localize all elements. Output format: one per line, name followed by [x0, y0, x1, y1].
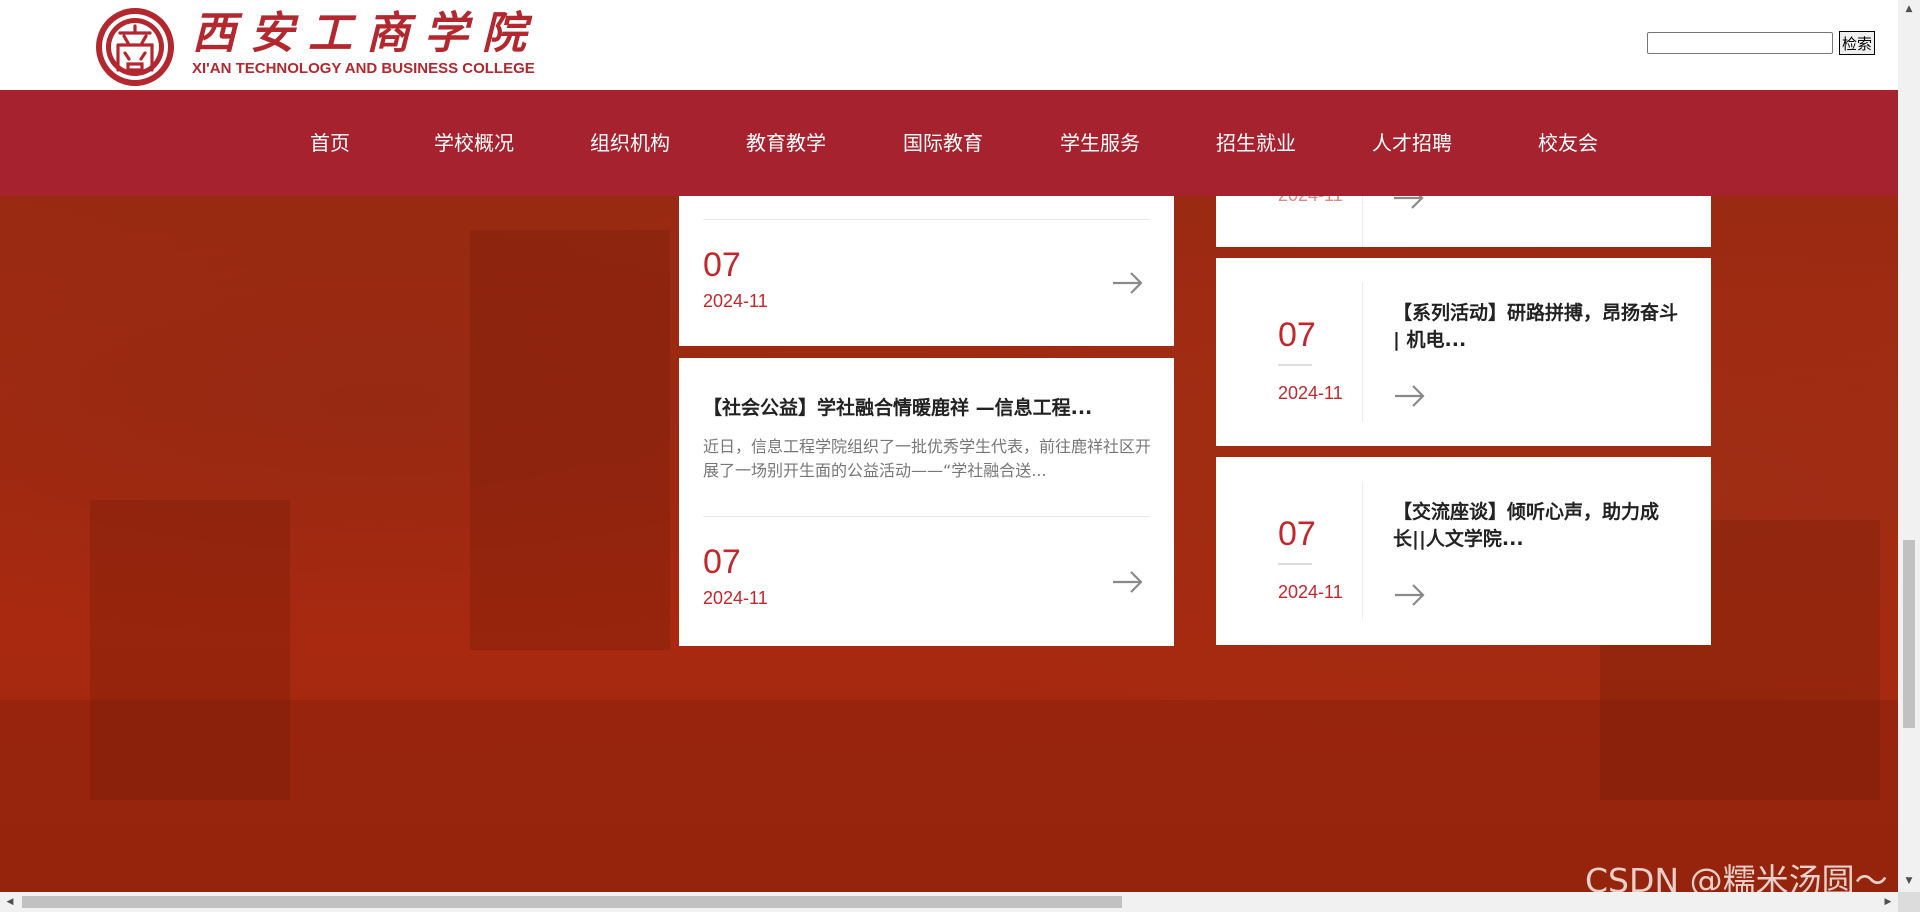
news-card[interactable]: 07 2024-11 【交流座谈】倾听心声，助力成长||人文学院... — [1216, 457, 1711, 645]
college-name-en[interactable]: XI'AN TECHNOLOGY AND BUSINESS COLLEGE — [192, 60, 535, 77]
college-name-cn[interactable]: 西安工商学院 — [192, 10, 540, 58]
horizontal-scrollbar[interactable]: ◀ ▶ — [0, 892, 1898, 912]
site-header: 西安工商学院 XI'AN TECHNOLOGY AND BUSINESS COL… — [0, 0, 1898, 90]
horizontal-scrollbar-thumb[interactable] — [22, 896, 1122, 908]
card-divider — [703, 219, 1150, 220]
news-card[interactable]: 2024-11 — [1216, 185, 1711, 247]
card-divider — [703, 516, 1150, 517]
card-date-underline — [1278, 364, 1312, 366]
card-date-day: 07 — [703, 543, 741, 581]
nav-item-admissions[interactable]: 招生就业 — [1216, 90, 1296, 196]
vertical-scrollbar[interactable]: ▲ ▼ — [1898, 0, 1920, 892]
card-date-separator — [1362, 481, 1363, 621]
card-date-month: 2024-11 — [1278, 383, 1343, 403]
arrow-right-icon[interactable] — [1111, 570, 1145, 594]
card-date-day: 07 — [1278, 515, 1316, 553]
scroll-down-arrow-icon[interactable]: ▼ — [1904, 876, 1914, 886]
card-date-separator — [1362, 196, 1363, 247]
card-date-day: 07 — [703, 246, 741, 284]
nav-item-organization[interactable]: 组织机构 — [590, 90, 670, 196]
card-date-day: 07 — [1278, 316, 1316, 354]
card-date-separator — [1362, 282, 1363, 422]
search-button[interactable]: 检索 — [1839, 31, 1875, 55]
nav-item-recruitment[interactable]: 人才招聘 — [1372, 90, 1452, 196]
card-date-underline — [1278, 563, 1312, 565]
nav-item-about[interactable]: 学校概况 — [434, 90, 514, 196]
scroll-right-arrow-icon[interactable]: ▶ — [1882, 896, 1894, 908]
nav-item-alumni[interactable]: 校友会 — [1538, 90, 1598, 196]
news-card[interactable]: 07 2024-11 — [679, 196, 1174, 346]
card-date-month: 2024-11 — [1278, 582, 1343, 602]
nav-item-international[interactable]: 国际教育 — [903, 90, 983, 196]
news-card[interactable]: 07 2024-11 【系列活动】研路拼搏，昂扬奋斗 | 机电... — [1216, 258, 1711, 446]
news-card[interactable]: 【社会公益】学社融合情暖鹿祥 —信息工程... 近日，信息工程学院组织了一批优秀… — [679, 358, 1174, 646]
nav-item-education[interactable]: 教育教学 — [746, 90, 826, 196]
main-nav: 首页 学校概况 组织机构 教育教学 国际教育 学生服务 招生就业 人才招聘 校友… — [0, 90, 1898, 196]
college-seal-logo[interactable] — [88, 6, 182, 88]
card-summary: 近日，信息工程学院组织了一批优秀学生代表，前往鹿祥社区开展了一场别开生面的公益活… — [703, 437, 1152, 480]
nav-item-student-services[interactable]: 学生服务 — [1060, 90, 1140, 196]
card-title[interactable]: 【交流座谈】倾听心声，助力成长||人文学院... — [1393, 499, 1683, 553]
scroll-up-arrow-icon[interactable]: ▲ — [1904, 4, 1914, 14]
scroll-left-arrow-icon[interactable]: ◀ — [4, 896, 16, 908]
card-title[interactable]: 【社会公益】学社融合情暖鹿祥 —信息工程... — [703, 395, 1092, 421]
search-input[interactable] — [1647, 32, 1833, 54]
arrow-right-icon[interactable] — [1393, 583, 1427, 607]
arrow-right-icon[interactable] — [1111, 271, 1145, 295]
nav-item-home[interactable]: 首页 — [310, 90, 350, 196]
scrollbar-corner — [1898, 892, 1920, 912]
vertical-scrollbar-thumb[interactable] — [1903, 540, 1915, 728]
background-building-shape — [470, 230, 670, 650]
arrow-right-icon[interactable] — [1393, 384, 1427, 408]
page: 07 2024-11 【社会公益】学社融合情暖鹿祥 —信息工程... 近日，信息… — [0, 0, 1920, 912]
card-title[interactable]: 【系列活动】研路拼搏，昂扬奋斗 | 机电... — [1393, 300, 1683, 354]
card-date-month: 2024-11 — [703, 291, 768, 311]
card-date-month: 2024-11 — [703, 588, 768, 608]
